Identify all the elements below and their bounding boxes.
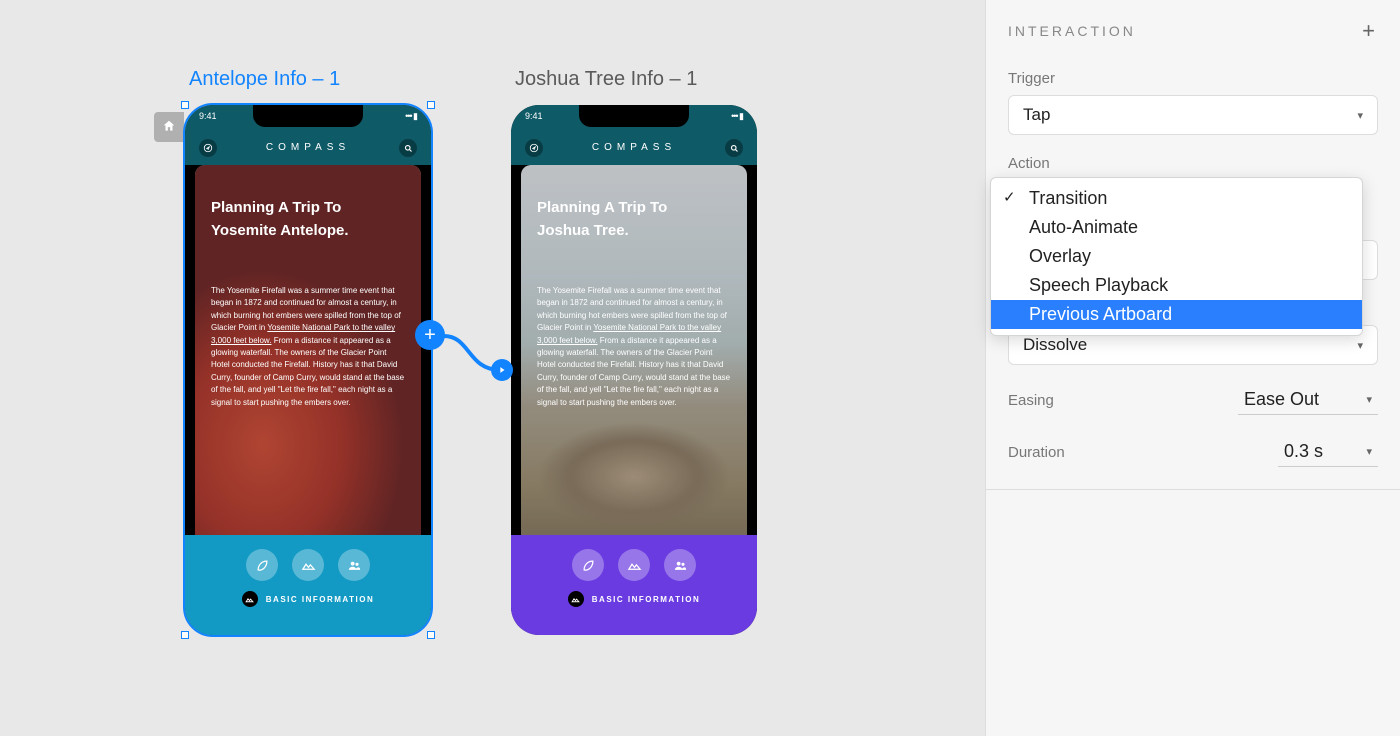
chevron-down-icon: ▾ [1357,339,1363,352]
hero-body: The Yosemite Firefall was a summer time … [211,285,405,409]
hero-body: The Yosemite Firefall was a summer time … [537,285,731,409]
people-icon[interactable] [338,549,370,581]
app-title: COMPASS [592,142,676,153]
status-time: 9:41 [525,111,543,127]
leaf-icon[interactable] [572,549,604,581]
trigger-label: Trigger [1008,70,1378,87]
action-option-previous-artboard[interactable]: Previous Artboard [991,300,1362,329]
design-canvas[interactable]: Antelope Info – 1 COMPASS 9:41 ••• ▮ Pla… [0,0,985,736]
chevron-down-icon: ▾ [1357,109,1363,122]
selection-handle[interactable] [427,631,435,639]
status-icons: ••• ▮ [731,111,743,127]
action-option-overlay[interactable]: Overlay [991,242,1362,271]
hero-title: Planning A Trip To Yosemite Antelope. [211,197,401,242]
easing-label: Easing [1008,392,1054,409]
action-label: Action [1008,155,1378,172]
hero-card: Planning A Trip To Joshua Tree. The Yose… [521,165,747,565]
leaf-icon[interactable] [246,549,278,581]
people-icon[interactable] [664,549,696,581]
home-artboard-tag[interactable] [154,112,184,142]
trigger-dropdown[interactable]: Tap ▾ [1008,95,1378,135]
info-dot-icon [242,591,258,607]
phone-notch [253,105,363,127]
bottom-bar: BASIC INFORMATION [511,535,757,635]
app-title: COMPASS [266,142,350,153]
home-icon [162,119,176,136]
selection-handle[interactable] [181,101,189,109]
divider [986,489,1400,490]
selection-handle[interactable] [427,101,435,109]
chevron-down-icon: ▾ [1366,445,1372,458]
duration-dropdown[interactable]: 0.3 s ▾ [1278,437,1378,467]
wire-arrow-head[interactable] [491,359,513,381]
inspector-panel: INTERACTION + Trigger Tap ▾ Action Trans… [985,0,1400,736]
bottom-bar: BASIC INFORMATION [185,535,431,635]
hero-title: Planning A Trip To Joshua Tree. [537,197,727,242]
mountain-icon[interactable] [292,549,324,581]
add-interaction-button[interactable]: + [1362,18,1378,44]
info-dot-icon [568,591,584,607]
artboard-2[interactable]: COMPASS 9:41 ••• ▮ Planning A Trip To Jo… [511,105,757,635]
artboard-1[interactable]: COMPASS 9:41 ••• ▮ Planning A Trip To Yo… [185,105,431,635]
search-icon[interactable] [399,139,417,157]
easing-dropdown[interactable]: Ease Out ▾ [1238,385,1378,415]
search-icon[interactable] [725,139,743,157]
action-option-auto-animate[interactable]: Auto-Animate [991,213,1362,242]
status-icons: ••• ▮ [405,111,417,127]
mountain-icon[interactable] [618,549,650,581]
status-time: 9:41 [199,111,217,127]
chevron-down-icon: ▾ [1366,393,1372,406]
artboard-label-2[interactable]: Joshua Tree Info – 1 [515,68,697,91]
basic-info-row[interactable]: BASIC INFORMATION [568,591,700,607]
duration-label: Duration [1008,444,1065,461]
compass-icon[interactable] [199,139,217,157]
hero-card: Planning A Trip To Yosemite Antelope. Th… [195,165,421,565]
action-dropdown-menu[interactable]: Transition Auto-Animate Overlay Speech P… [990,177,1363,336]
wire-plus-handle[interactable]: + [415,320,445,350]
basic-info-row[interactable]: BASIC INFORMATION [242,591,374,607]
action-option-speech-playback[interactable]: Speech Playback [991,271,1362,300]
artboard-label-1[interactable]: Antelope Info – 1 [189,68,340,91]
compass-icon[interactable] [525,139,543,157]
action-option-transition[interactable]: Transition [991,184,1362,213]
phone-notch [579,105,689,127]
selection-handle[interactable] [181,631,189,639]
section-title: INTERACTION [1008,23,1136,39]
